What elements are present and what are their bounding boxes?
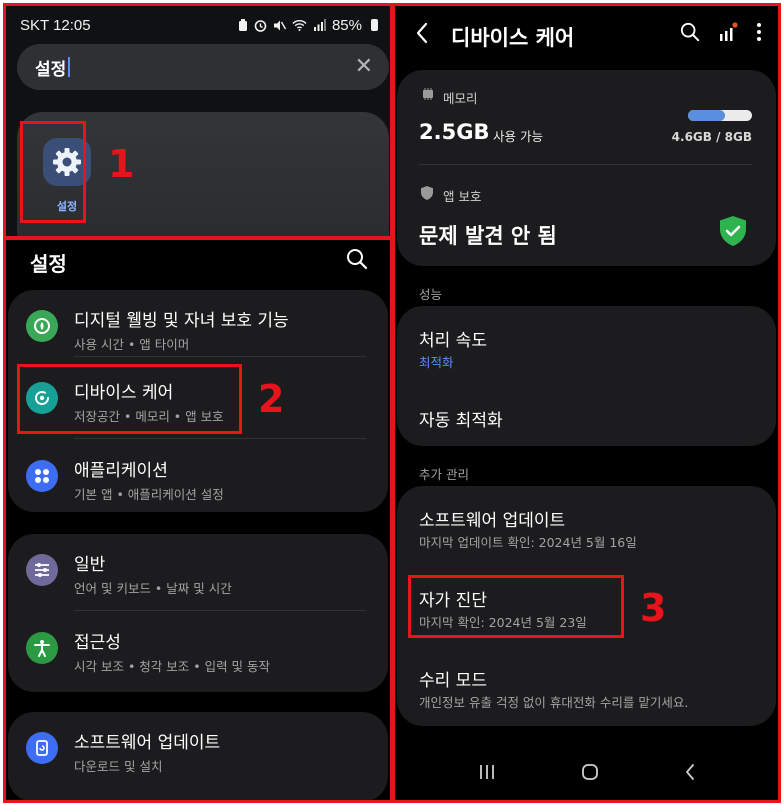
step-marker-3: 3 [640, 586, 667, 630]
highlight-box-device-care [17, 364, 242, 434]
highlight-frame-settings [3, 237, 393, 803]
highlight-box-self-diagnosis [408, 575, 624, 638]
step-marker-2: 2 [258, 377, 285, 421]
highlight-frame-device-care [392, 3, 781, 803]
highlight-box-settings-app [20, 121, 86, 223]
step-marker-1: 1 [108, 142, 135, 186]
